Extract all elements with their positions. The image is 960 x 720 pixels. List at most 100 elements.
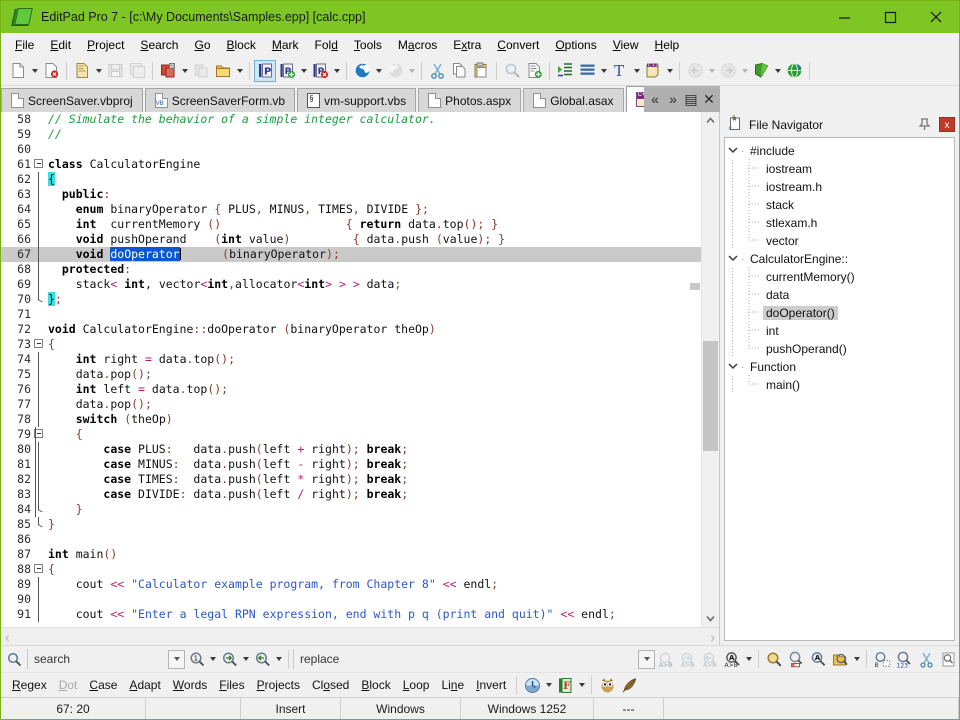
fold-margin[interactable] xyxy=(33,127,44,142)
file-tab-vm-support-vbs[interactable]: § vm-support.vbs xyxy=(297,88,417,112)
search-option-projects[interactable]: Projects xyxy=(251,678,306,692)
tree-node-iostream[interactable]: iostream xyxy=(725,158,954,178)
copy-icon[interactable] xyxy=(448,60,470,82)
search-icon[interactable] xyxy=(501,60,523,82)
fold-margin[interactable] xyxy=(33,367,44,382)
search-option-case[interactable]: Case xyxy=(83,678,123,692)
tree-node-vector[interactable]: vector xyxy=(725,230,954,250)
fold-margin[interactable] xyxy=(33,232,44,247)
replace-previous-icon[interactable]: A>B xyxy=(699,648,721,670)
file-tab-photos-aspx[interactable]: Photos.aspx xyxy=(418,88,522,112)
new-project-dropdown[interactable] xyxy=(179,60,190,82)
fold-margin[interactable] xyxy=(33,487,44,502)
search-count-dropdown[interactable] xyxy=(207,648,218,670)
fold-margin[interactable] xyxy=(33,187,44,202)
file-navigator-tree[interactable]: · #include iostream iostream.h stack stlexam.… xyxy=(724,137,955,641)
search-history-clock-icon[interactable] xyxy=(521,674,543,696)
tree-node-stlexam-h[interactable]: stlexam.h xyxy=(725,212,954,232)
file-tab-screensaverform-vb[interactable]: VB ScreenSaverForm.vb xyxy=(144,88,296,112)
chevron-down-icon[interactable] xyxy=(725,362,741,372)
split-matches-icon[interactable]: B xyxy=(871,648,893,670)
forward-dropdown[interactable] xyxy=(739,60,750,82)
project-properties-icon[interactable]: P xyxy=(254,59,276,82)
line-layout-dropdown[interactable] xyxy=(598,60,609,82)
scroll-down-arrow-icon[interactable] xyxy=(702,610,719,627)
search-option-words[interactable]: Words xyxy=(167,678,213,692)
close-project-icon[interactable] xyxy=(190,60,212,82)
fold-margin[interactable] xyxy=(33,502,44,517)
search-previous-icon[interactable] xyxy=(251,648,273,670)
fold-collapse-box[interactable] xyxy=(34,564,43,573)
close-file-icon[interactable] xyxy=(40,60,62,82)
open-project-icon[interactable] xyxy=(212,60,234,82)
tree-node-calculatorengine-[interactable]: · CalculatorEngine:: xyxy=(725,250,954,268)
replace-next-icon[interactable]: A>B xyxy=(677,648,699,670)
open-file-icon[interactable] xyxy=(71,60,93,82)
fold-margin[interactable] xyxy=(33,517,44,532)
file-tab-global-asax[interactable]: Global.asax xyxy=(523,88,624,112)
chevron-down-icon[interactable] xyxy=(725,254,741,264)
syntax-coloring-icon[interactable]: C++ xyxy=(642,60,664,82)
close-button[interactable] xyxy=(913,1,959,33)
search-option-files[interactable]: Files xyxy=(213,678,250,692)
menu-item-help[interactable]: Help xyxy=(647,35,688,55)
fold-margin[interactable] xyxy=(33,277,44,292)
favorite-searches-icon[interactable]: F xyxy=(554,674,576,696)
close-tab-button[interactable]: ✕ xyxy=(700,88,718,110)
scrollbar-thumb[interactable] xyxy=(703,340,718,452)
menu-item-view[interactable]: View xyxy=(605,35,647,55)
save-all-icon[interactable] xyxy=(126,60,148,82)
editor-vertical-scrollbar[interactable] xyxy=(690,112,719,627)
help-book-dropdown[interactable] xyxy=(772,60,783,82)
search-and-replace-icon[interactable] xyxy=(523,60,545,82)
fold-margin[interactable] xyxy=(33,292,44,307)
menu-item-file[interactable]: File xyxy=(7,35,42,55)
file-tab-screensaver-vbproj[interactable]: ScreenSaver.vbproj xyxy=(1,88,143,112)
fold-margin[interactable] xyxy=(33,472,44,487)
fold-margin[interactable] xyxy=(33,352,44,367)
new-file-dropdown[interactable] xyxy=(29,60,40,82)
menu-item-edit[interactable]: Edit xyxy=(42,35,79,55)
cut-icon[interactable] xyxy=(426,60,448,82)
fold-margin[interactable] xyxy=(33,442,44,457)
tree-node-data[interactable]: data xyxy=(725,284,954,304)
file-navigator-close-button[interactable]: x xyxy=(939,117,955,132)
fold-margin[interactable] xyxy=(33,142,44,157)
scrollbar-track[interactable] xyxy=(690,129,719,610)
remove-from-project-icon[interactable]: P xyxy=(309,60,331,82)
search-option-dot[interactable]: Dot xyxy=(53,678,84,692)
tree-node-dooperator-[interactable]: doOperator() xyxy=(725,302,954,322)
hscroll-left-arrow-icon[interactable]: ‹ xyxy=(5,629,10,645)
fold-margin[interactable] xyxy=(33,592,44,607)
delete-matches-icon[interactable] xyxy=(915,648,937,670)
menu-item-options[interactable]: Options xyxy=(547,35,604,55)
tree-node-function[interactable]: · Function xyxy=(725,358,954,376)
syntax-coloring-dropdown[interactable] xyxy=(664,60,675,82)
fold-margin[interactable] xyxy=(33,172,44,187)
replace-input[interactable]: replace xyxy=(293,649,638,669)
fold-margin[interactable] xyxy=(33,307,44,322)
fold-margin[interactable] xyxy=(33,412,44,427)
browse-web-icon[interactable] xyxy=(783,60,805,82)
collect-matches-icon[interactable] xyxy=(829,648,851,670)
fold-margin[interactable] xyxy=(33,337,44,352)
preview-matches-icon[interactable] xyxy=(937,648,959,670)
count-matches-icon[interactable]: 123 xyxy=(893,648,915,670)
search-option-loop[interactable]: Loop xyxy=(397,678,436,692)
fold-margin[interactable] xyxy=(33,532,44,547)
redo-icon[interactable] xyxy=(384,60,406,82)
menu-item-go[interactable]: Go xyxy=(186,35,218,55)
fold-margin[interactable] xyxy=(33,217,44,232)
new-file-icon[interactable] xyxy=(7,60,29,82)
fold-margin[interactable] xyxy=(33,382,44,397)
search-input[interactable]: search xyxy=(27,649,162,669)
menu-item-tools[interactable]: Tools xyxy=(346,35,390,55)
menu-item-project[interactable]: Project xyxy=(79,35,132,55)
open-file-dropdown[interactable] xyxy=(93,60,104,82)
tree-node-main-[interactable]: main() xyxy=(725,374,954,394)
fold-margin[interactable] xyxy=(33,562,44,577)
fold-margin[interactable] xyxy=(33,547,44,562)
menu-item-convert[interactable]: Convert xyxy=(489,35,547,55)
redo-dropdown[interactable] xyxy=(406,60,417,82)
chevron-down-icon[interactable] xyxy=(725,146,741,156)
